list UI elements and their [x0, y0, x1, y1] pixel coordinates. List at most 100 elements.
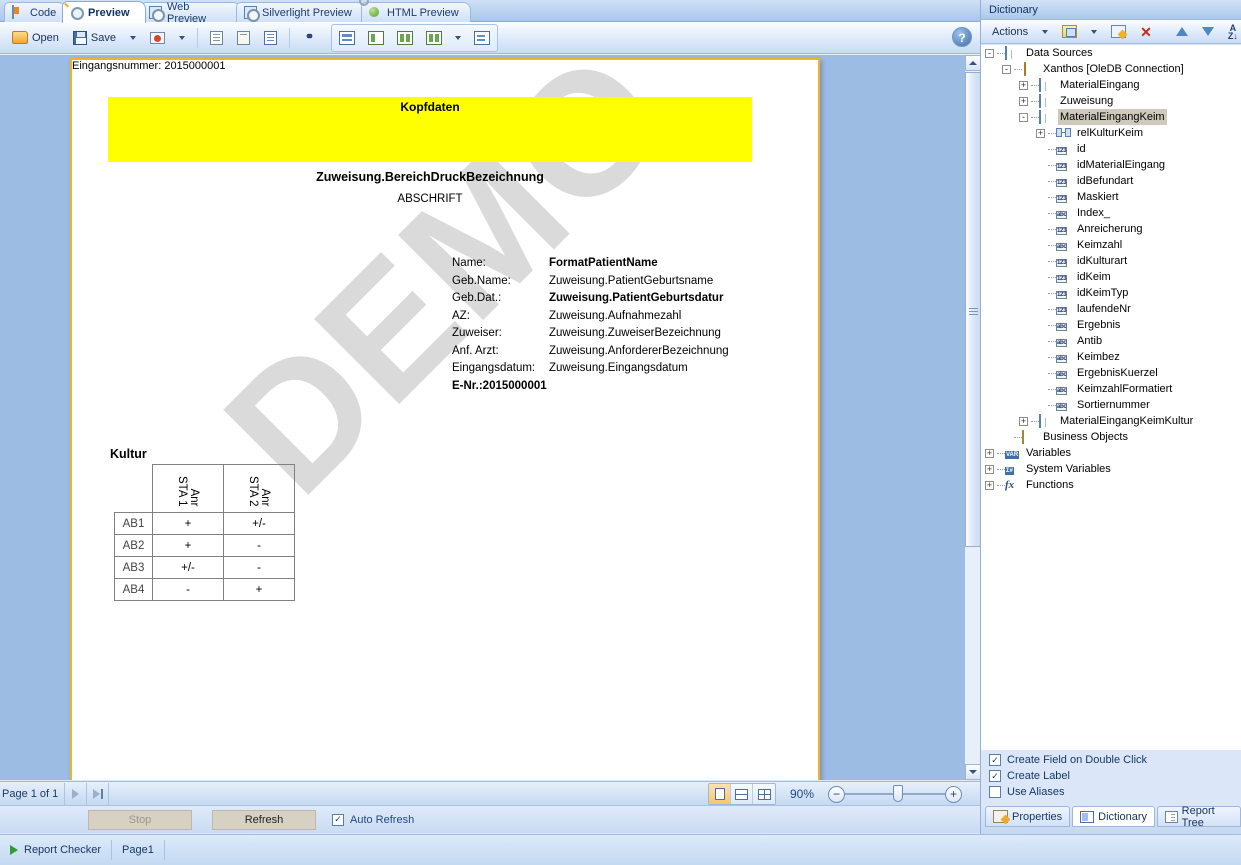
open-button[interactable]: Open [6, 26, 65, 50]
tree-node-idkeim[interactable]: 123 idKeim [981, 269, 1241, 285]
new-item-button[interactable] [1056, 22, 1083, 42]
tree-expander[interactable]: + [1036, 128, 1045, 138]
report-checker-status[interactable]: Report Checker [0, 840, 113, 860]
kultur-heading: Kultur [110, 447, 147, 461]
tree-node-idbefundart[interactable]: 123 idBefundart [981, 173, 1241, 189]
continuous-view-button[interactable] [362, 26, 390, 50]
kultur-table: STA 1 Anr STA 2 Anr AB1 + +/- AB2 + - AB… [114, 464, 295, 601]
tree-node-ergebniskuerzel[interactable]: abc ErgebnisKuerzel [981, 365, 1241, 381]
find-button[interactable]: ⚭ [296, 26, 323, 50]
tree-node-anreicherung[interactable]: 123 Anreicherung [981, 221, 1241, 237]
next-page-button[interactable] [65, 782, 88, 805]
tree-node-keimbez[interactable]: abc Keimbez [981, 349, 1241, 365]
tab-properties[interactable]: Properties [985, 806, 1071, 827]
scroll-down-button[interactable] [965, 764, 981, 780]
zoom-multipage-button[interactable] [753, 784, 775, 804]
clipboard-button[interactable] [231, 26, 256, 50]
tree-node-data-sources[interactable]: - Data Sources [981, 45, 1241, 61]
tree-expander[interactable]: + [985, 480, 994, 490]
send-email-button[interactable] [144, 26, 171, 50]
tree-node-idkulturart[interactable]: 123 idKulturart [981, 253, 1241, 269]
zoom-slider-track[interactable] [845, 785, 945, 802]
tree-expander[interactable]: - [1019, 112, 1028, 122]
zoom-slider-thumb[interactable] [893, 785, 903, 802]
tree-node-ergebnis[interactable]: abc Ergebnis [981, 317, 1241, 333]
save-button[interactable]: Save [67, 26, 122, 50]
scroll-up-button[interactable] [965, 55, 981, 71]
tree-node-label: MaterialEingang [1060, 79, 1140, 91]
zoom-in-button[interactable]: + [945, 785, 962, 803]
tree-node-variables[interactable]: + VAR Variables [981, 445, 1241, 461]
tree-node-keimzahlformatiert[interactable]: abc KeimzahlFormatiert [981, 381, 1241, 397]
zoom-whole-page-button[interactable] [709, 784, 731, 804]
send-email-dropdown-button[interactable] [173, 26, 191, 50]
tree-expander[interactable]: + [1019, 80, 1028, 90]
scrollbar-thumb[interactable] [965, 72, 981, 547]
table-cell: +/- [152, 556, 224, 579]
new-item-dropdown-button[interactable] [1085, 22, 1103, 42]
tree-node-sortiernummer[interactable]: abc Sortiernummer [981, 397, 1241, 413]
tab-dictionary[interactable]: Dictionary [1072, 806, 1156, 827]
tree-node-materialeingangkeimkultur[interactable]: + MaterialEingangKeimKultur [981, 413, 1241, 429]
tree-node-index[interactable]: abc Index_ [981, 205, 1241, 221]
multi-page-view-button[interactable] [420, 26, 448, 50]
tree-node-label: idKeimTyp [1077, 287, 1129, 299]
refresh-button[interactable]: Refresh [212, 809, 316, 830]
tree-node-maskiert[interactable]: 123 Maskiert [981, 189, 1241, 205]
page-setup-button[interactable] [204, 26, 229, 50]
page-layout-button[interactable] [468, 26, 496, 50]
zoom-out-button[interactable]: − [828, 785, 845, 803]
tab-report-tree[interactable]: Report Tree [1157, 805, 1241, 829]
sort-button[interactable]: A Z↓ [1222, 22, 1241, 42]
print-button[interactable] [258, 26, 283, 50]
move-up-button[interactable] [1170, 22, 1194, 42]
tree-node-id[interactable]: 123 id [981, 141, 1241, 157]
tree-expander[interactable]: + [985, 464, 994, 474]
tab-preview[interactable]: Preview [62, 1, 146, 23]
tab-html-preview[interactable]: HTML Preview [361, 2, 471, 22]
actions-button[interactable]: Actions [986, 22, 1034, 42]
tab-code[interactable]: Code [4, 2, 66, 22]
tree-node-materialeingangkeim[interactable]: - MaterialEingangKeim [981, 109, 1241, 125]
tree-node-functions[interactable]: + fx Functions [981, 477, 1241, 493]
tree-node-antib[interactable]: abc Antib [981, 333, 1241, 349]
stop-button[interactable]: Stop [88, 809, 192, 830]
edit-item-button[interactable] [1105, 22, 1132, 42]
help-button[interactable]: ? [952, 27, 972, 47]
tree-node-business-objects[interactable]: Business Objects [981, 429, 1241, 445]
save-dropdown-button[interactable] [124, 26, 142, 50]
auto-refresh-checkbox[interactable]: Auto Refresh [332, 813, 414, 826]
tree-connector [1048, 228, 1056, 230]
use-aliases-option[interactable]: Use Aliases [981, 784, 1241, 800]
tree-node-laufendenr[interactable]: 123 laufendeNr [981, 301, 1241, 317]
tree-expander[interactable]: + [985, 448, 994, 458]
tree-node-xanthos-oledb-connection[interactable]: - Xanthos [OleDB Connection] [981, 61, 1241, 77]
tab-silverlight-preview[interactable]: Silverlight Preview [236, 2, 366, 22]
actions-dropdown-button[interactable] [1036, 22, 1054, 42]
tree-node-idkeimtyp[interactable]: 123 idKeimTyp [981, 285, 1241, 301]
tree-node-materialeingang[interactable]: + MaterialEingang [981, 77, 1241, 93]
tree-node-zuweisung[interactable]: + Zuweisung [981, 93, 1241, 109]
move-down-button[interactable] [1196, 22, 1220, 42]
tree-node-system-variables[interactable]: + Σ# System Variables [981, 461, 1241, 477]
tree-node-keimzahl[interactable]: abc Keimzahl [981, 237, 1241, 253]
single-page-view-button[interactable] [333, 26, 361, 50]
create-field-on-double-click-option[interactable]: Create Field on Double Click [981, 752, 1241, 768]
delete-item-button[interactable]: ✕ [1134, 22, 1158, 42]
page-status[interactable]: Page1 [112, 840, 165, 860]
dictionary-tree[interactable]: - Data Sources - Xanthos [OleDB Connection]… [981, 45, 1241, 750]
tree-node-relkulturkeim[interactable]: + relKulturKeim [981, 125, 1241, 141]
viewport-scrollbar[interactable] [964, 55, 981, 780]
tab-web-preview[interactable]: Web Preview [141, 1, 241, 25]
tree-expander[interactable]: - [985, 48, 994, 58]
tree-expander[interactable]: + [1019, 416, 1028, 426]
tree-expander[interactable]: + [1019, 96, 1028, 106]
tree-expander[interactable]: - [1002, 64, 1011, 74]
zoom-page-width-button[interactable] [731, 784, 753, 804]
two-page-view-button[interactable] [391, 26, 419, 50]
zoom-slider[interactable]: − + [828, 785, 962, 803]
multi-page-dropdown-button[interactable] [449, 26, 467, 50]
tree-node-idmaterialeingang[interactable]: 123 idMaterialEingang [981, 157, 1241, 173]
last-page-button[interactable] [87, 782, 110, 805]
create-label-option[interactable]: Create Label [981, 768, 1241, 784]
